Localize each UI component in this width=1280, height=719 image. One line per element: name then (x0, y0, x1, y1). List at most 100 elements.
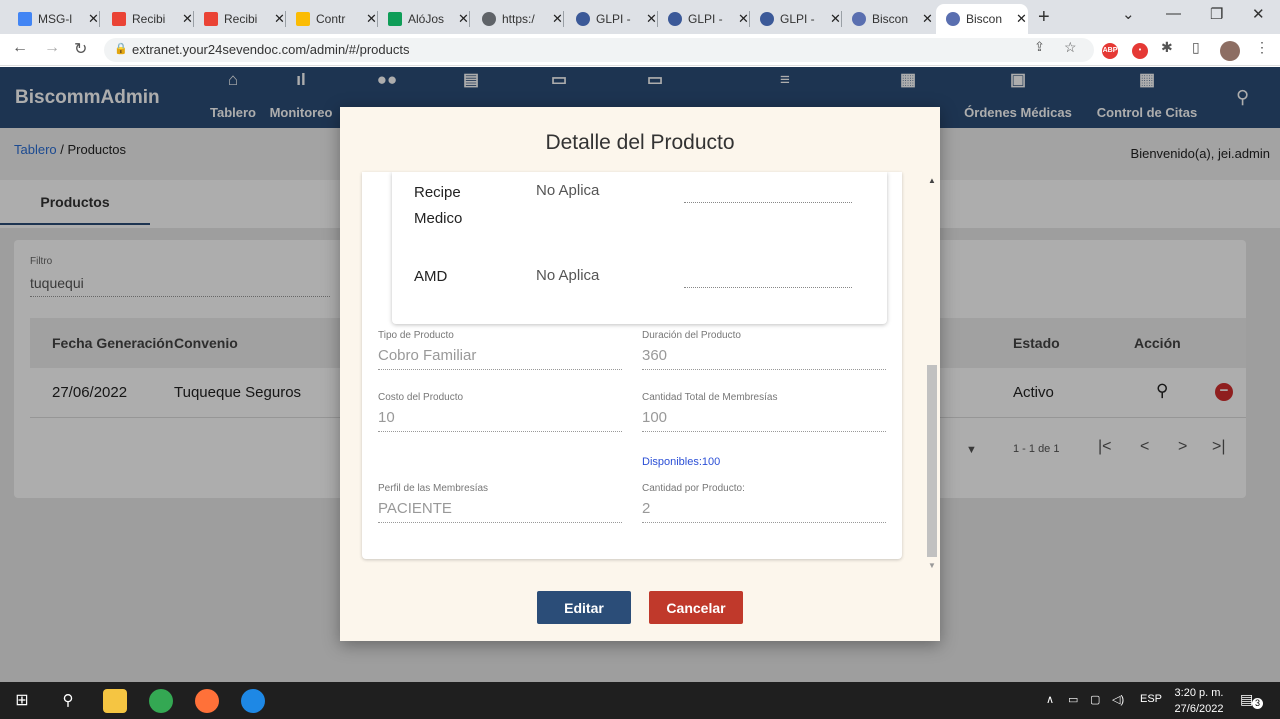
close-icon[interactable]: ✕ (552, 11, 563, 27)
sidepanel-icon[interactable]: ▯ (1192, 39, 1200, 56)
cantidad-total-field[interactable]: Cantidad Total de Membresías 100 (642, 392, 886, 432)
browser-tab[interactable]: Recibi ✕ (194, 4, 286, 34)
minimize-icon[interactable]: — (1166, 5, 1181, 22)
network-icon[interactable]: ▢ (1090, 693, 1100, 706)
tab-title: https:/ (502, 12, 535, 26)
tab-title: GLPI - (688, 12, 723, 26)
cantidad-producto-value: 2 (642, 500, 886, 523)
perfil-value: PACIENTE (378, 500, 622, 523)
scroll-up-icon[interactable]: ▲ (928, 176, 936, 185)
glpi-icon (668, 12, 682, 26)
tab-title: Biscon (872, 12, 909, 26)
duracion-field[interactable]: Duración del Producto 360 (642, 330, 886, 370)
disponibles-text: Disponibles:100 (642, 456, 721, 468)
chrome-icon[interactable] (149, 689, 173, 713)
notification-count: 3 (1252, 698, 1263, 709)
perfil-field[interactable]: Perfil de las Membresías PACIENTE (378, 483, 622, 523)
costo-field[interactable]: Costo del Producto 10 (378, 392, 622, 432)
tab-search-icon[interactable]: ⌄ (1122, 5, 1135, 23)
cantidad-producto-field[interactable]: Cantidad por Producto: 2 (642, 483, 886, 523)
windows-start-icon[interactable]: ⊞ (10, 689, 34, 713)
close-icon[interactable]: ✕ (274, 11, 285, 27)
tipo-producto-label: Tipo de Producto (378, 330, 454, 341)
tab-title: Recibi (224, 12, 258, 26)
biscomm-icon (852, 12, 866, 26)
forward-icon[interactable]: → (44, 39, 60, 57)
dialog-scrollbar[interactable]: ▲ ▼ (926, 172, 938, 572)
url-field[interactable]: 🔒 extranet.your24sevendoc.com/admin/#/pr… (104, 38, 1094, 62)
recipe-field-line[interactable] (684, 202, 852, 203)
cancel-button[interactable]: Cancelar (649, 591, 743, 624)
close-icon[interactable]: ✕ (458, 11, 469, 27)
amd-label: AMD (414, 268, 448, 285)
tab-title: GLPI - (596, 12, 631, 26)
close-icon[interactable]: ✕ (1016, 11, 1027, 27)
close-icon[interactable]: ✕ (738, 11, 749, 27)
back-icon[interactable]: ← (12, 39, 28, 57)
taskbar: ⊞ ⚲ ∧ ▭ ▢ ◁) ESP 3:20 p. m. 27/6/2022 ▤ 3 (0, 682, 1280, 719)
maximize-icon[interactable]: ❐ (1210, 5, 1223, 23)
browser-tab[interactable]: GLPI - ✕ (750, 4, 842, 34)
clock-date: 27/6/2022 (1174, 703, 1224, 715)
dialog-content[interactable]: Recipe Medico No Aplica AMD No Aplica Tip… (362, 172, 902, 559)
close-icon[interactable]: ✕ (922, 11, 933, 27)
browser-tab[interactable]: Recibi ✕ (102, 4, 194, 34)
firefox-icon[interactable] (195, 689, 219, 713)
url-text: extranet.your24sevendoc.com/admin/#/prod… (132, 42, 410, 57)
menu-icon[interactable]: ⋮ (1255, 39, 1269, 56)
edit-button[interactable]: Editar (537, 591, 631, 624)
language-indicator[interactable]: ESP (1140, 693, 1162, 705)
globe-icon (482, 12, 496, 26)
browser-tab[interactable]: Biscon ✕ (842, 4, 934, 34)
close-icon[interactable]: ✕ (646, 11, 657, 27)
browser-tab[interactable]: MSG-l ✕ (8, 4, 100, 34)
notifications-icon[interactable]: ▤ (1240, 691, 1253, 708)
edge-icon[interactable] (241, 689, 265, 713)
tab-title: Biscon (966, 12, 1003, 26)
amd-value: No Aplica (536, 267, 600, 284)
tab-title: GLPI - (780, 12, 815, 26)
recipe-value: No Aplica (536, 182, 600, 199)
close-icon[interactable]: ✕ (88, 11, 99, 27)
tipo-producto-field[interactable]: Tipo de Producto Cobro Familiar (378, 330, 622, 370)
reload-icon[interactable]: ↻ (74, 39, 87, 59)
glpi-icon (576, 12, 590, 26)
browser-tab-active[interactable]: Biscon ✕ (936, 4, 1028, 34)
glpi-icon (760, 12, 774, 26)
star-icon[interactable]: ☆ (1064, 39, 1077, 56)
window-close-icon[interactable]: ✕ (1252, 5, 1265, 23)
close-icon[interactable]: ✕ (182, 11, 193, 27)
browser-tab[interactable]: Contr ✕ (286, 4, 378, 34)
close-icon[interactable]: ✕ (366, 11, 377, 27)
volume-icon[interactable]: ◁) (1112, 693, 1124, 706)
perfil-label: Perfil de las Membresías (378, 483, 489, 494)
scroll-down-icon[interactable]: ▼ (928, 561, 936, 570)
amd-field-line[interactable] (684, 287, 852, 288)
share-icon[interactable]: ⇪ (1034, 39, 1045, 55)
profile-avatar[interactable] (1220, 41, 1240, 61)
scrollbar-thumb[interactable] (927, 365, 937, 557)
tab-title: Recibi (132, 12, 166, 26)
search-icon[interactable]: ⚲ (56, 689, 80, 713)
new-tab-icon[interactable]: + (1038, 6, 1050, 29)
battery-icon[interactable]: ▭ (1068, 693, 1078, 706)
adblock-icon[interactable]: ABP (1102, 43, 1118, 59)
close-icon[interactable]: ✕ (830, 11, 841, 27)
browser-tab[interactable]: https:/ ✕ (472, 4, 564, 34)
browser-tab[interactable]: AlóJos ✕ (378, 4, 470, 34)
extension-icon[interactable]: • (1132, 43, 1148, 59)
requirements-card: Recipe Medico No Aplica AMD No Aplica (392, 172, 887, 324)
tray-expand-icon[interactable]: ∧ (1046, 693, 1054, 706)
costo-value: 10 (378, 409, 622, 432)
browser-tab[interactable]: GLPI - ✕ (658, 4, 750, 34)
clock[interactable]: 3:20 p. m. 27/6/2022 (1168, 685, 1230, 717)
browser-tab-strip: MSG-l ✕ Recibi ✕ Recibi ✕ Contr ✕ AlóJos ✕ ht… (0, 0, 1280, 34)
recipe-label-line2: Medico (414, 210, 463, 227)
puzzle-icon[interactable]: ✱ (1161, 39, 1173, 56)
gmail-icon (204, 12, 218, 26)
browser-tab[interactable]: GLPI - ✕ (566, 4, 658, 34)
recipe-label-line1: Recipe (414, 184, 461, 201)
drive-icon (296, 12, 310, 26)
tab-title: MSG-l (38, 12, 72, 26)
file-explorer-icon[interactable] (103, 689, 127, 713)
